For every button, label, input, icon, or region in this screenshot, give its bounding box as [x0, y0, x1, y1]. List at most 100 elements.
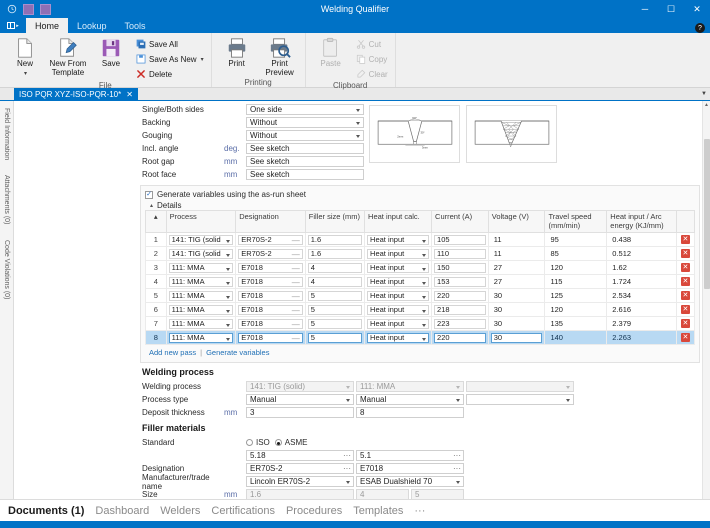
- heat-input-calc-cell[interactable]: Heat input: [364, 274, 433, 289]
- paste-button[interactable]: Paste: [310, 35, 352, 69]
- save-button[interactable]: Save: [90, 35, 132, 69]
- filler-size-cell[interactable]: 5: [304, 302, 366, 317]
- heat-input-calc-cell[interactable]: Heat input: [364, 302, 433, 317]
- process-select[interactable]: 111: MMA: [168, 262, 234, 273]
- chevron-down-icon[interactable]: ▼: [698, 88, 710, 100]
- filler-size-cell[interactable]: 4: [304, 274, 366, 289]
- current-cell[interactable]: 220: [431, 330, 489, 345]
- current-input[interactable]: 150: [434, 262, 486, 273]
- help-icon[interactable]: ?: [695, 23, 705, 33]
- designation-input[interactable]: ER70S-2—: [238, 234, 303, 245]
- scrollbar-thumb[interactable]: [703, 139, 710, 289]
- side-rail-tab-field-information[interactable]: Field Information: [3, 105, 10, 163]
- designation-input[interactable]: E7018—: [238, 262, 303, 273]
- add-new-pass-link[interactable]: Add new pass: [149, 348, 196, 357]
- save-as-new-button[interactable]: Save As New ▾: [133, 53, 207, 65]
- column-sort-indicator[interactable]: ▴: [145, 210, 167, 233]
- column-process[interactable]: Process: [165, 210, 237, 233]
- standard-radio-asme[interactable]: ASME: [274, 438, 307, 447]
- process-select[interactable]: 111: MMA: [168, 290, 234, 301]
- heat-input-calc-select[interactable]: Heat input: [367, 332, 430, 343]
- spec-2-input[interactable]: 5.1 ···: [356, 450, 464, 461]
- standard-radio-iso[interactable]: ISO: [246, 438, 270, 447]
- column-heat-input[interactable]: Heat input / Arc energy (KJ/mm): [606, 210, 677, 233]
- filler-size-cell[interactable]: 5: [304, 330, 366, 345]
- close-button[interactable]: ✕: [684, 0, 710, 18]
- nav-more-icon[interactable]: ···: [414, 505, 425, 517]
- current-cell[interactable]: 218: [431, 302, 489, 317]
- process-select[interactable]: 111: MMA: [168, 332, 234, 343]
- heat-input-calc-select[interactable]: Heat input: [367, 262, 430, 273]
- current-input[interactable]: 220: [434, 290, 486, 301]
- filler-size-cell[interactable]: 5: [304, 288, 366, 303]
- backing-select[interactable]: Without: [246, 117, 364, 128]
- voltage-cell[interactable]: 30: [487, 316, 546, 331]
- designation-cell[interactable]: E7018—: [235, 260, 306, 275]
- filler-size-cell[interactable]: 1.6: [304, 246, 366, 261]
- details-toggle[interactable]: ▴ Details: [145, 200, 695, 210]
- travel-speed-input[interactable]: 135: [547, 319, 604, 329]
- voltage-input[interactable]: 30: [491, 291, 543, 301]
- designation-input[interactable]: E7018—: [238, 318, 303, 329]
- ellipsis-icon[interactable]: —: [292, 292, 300, 300]
- voltage-input[interactable]: 11: [491, 235, 543, 245]
- designation-input[interactable]: E7018—: [238, 276, 303, 287]
- travel-speed-cell[interactable]: 85: [544, 246, 608, 261]
- table-row-selected[interactable]: 8 111: MMA E7018— 5 Heat input 220 30 14…: [145, 330, 696, 345]
- travel-speed-input[interactable]: 125: [547, 291, 604, 301]
- designation-cell[interactable]: ER70S-2—: [235, 246, 306, 261]
- designation-2-input[interactable]: E7018 ···: [356, 463, 464, 474]
- filler-size-cell[interactable]: 5: [304, 316, 366, 331]
- process-select[interactable]: 111: MMA: [168, 304, 234, 315]
- ellipsis-icon[interactable]: ···: [343, 463, 351, 474]
- ellipsis-icon[interactable]: —: [292, 306, 300, 314]
- process-type-3-select[interactable]: [466, 394, 574, 405]
- current-cell[interactable]: 153: [431, 274, 489, 289]
- new-from-template-button[interactable]: New From Template: [47, 35, 89, 77]
- size-2-input[interactable]: 4: [356, 489, 409, 499]
- ellipsis-icon[interactable]: —: [292, 236, 300, 244]
- current-cell[interactable]: 223: [431, 316, 489, 331]
- new-button[interactable]: New ▾: [4, 35, 46, 77]
- process-type-2-select[interactable]: Manual: [356, 394, 464, 405]
- process-cell[interactable]: 111: MMA: [165, 302, 237, 317]
- process-cell[interactable]: 111: MMA: [165, 330, 237, 345]
- manufacturer-2-select[interactable]: ESAB Dualshield 70: [356, 476, 464, 487]
- welding-process-1-select[interactable]: 141: TIG (solid): [246, 381, 354, 392]
- ribbon-tab-lookup[interactable]: Lookup: [68, 18, 116, 33]
- ellipsis-icon[interactable]: ···: [453, 463, 461, 474]
- table-row[interactable]: 2 141: TIG (solid ER70S-2— 1.6 Heat inpu…: [145, 246, 696, 261]
- single-both-sides-select[interactable]: One side: [246, 104, 364, 115]
- voltage-input[interactable]: 30: [491, 305, 543, 315]
- vertical-scrollbar[interactable]: ▲: [702, 101, 710, 499]
- current-input[interactable]: 218: [434, 304, 486, 315]
- column-designation[interactable]: Designation: [235, 210, 306, 233]
- delete-row-icon[interactable]: ✕: [680, 333, 690, 342]
- gouging-select[interactable]: Without: [246, 130, 364, 141]
- column-voltage[interactable]: Voltage (V): [487, 210, 546, 233]
- delete-cell[interactable]: ✕: [675, 302, 696, 317]
- current-input[interactable]: 153: [434, 276, 486, 287]
- travel-speed-input[interactable]: 95: [547, 235, 604, 245]
- heat-input-calc-select[interactable]: Heat input: [367, 276, 430, 287]
- delete-cell[interactable]: ✕: [675, 288, 696, 303]
- designation-cell[interactable]: ER70S-2—: [235, 232, 306, 247]
- filler-size-cell[interactable]: 1.6: [304, 232, 366, 247]
- clear-button[interactable]: Clear: [353, 68, 391, 80]
- travel-speed-input[interactable]: 140: [547, 333, 604, 343]
- current-input[interactable]: 110: [434, 248, 486, 259]
- voltage-input[interactable]: 27: [491, 263, 543, 273]
- travel-speed-cell[interactable]: 120: [544, 260, 608, 275]
- process-select[interactable]: 141: TIG (solid: [168, 234, 234, 245]
- heat-input-calc-cell[interactable]: Heat input: [364, 246, 433, 261]
- ellipsis-icon[interactable]: —: [292, 320, 300, 328]
- weld-pass-sequence-sketch[interactable]: [466, 105, 557, 163]
- delete-row-icon[interactable]: ✕: [680, 235, 690, 244]
- delete-cell[interactable]: ✕: [675, 260, 696, 275]
- travel-speed-cell[interactable]: 95: [544, 232, 608, 247]
- heat-input-calc-cell[interactable]: Heat input: [364, 260, 433, 275]
- ellipsis-icon[interactable]: —: [292, 278, 300, 286]
- travel-speed-cell[interactable]: 140: [544, 330, 608, 345]
- save-all-button[interactable]: Save All: [133, 38, 207, 50]
- ellipsis-icon[interactable]: —: [292, 334, 300, 342]
